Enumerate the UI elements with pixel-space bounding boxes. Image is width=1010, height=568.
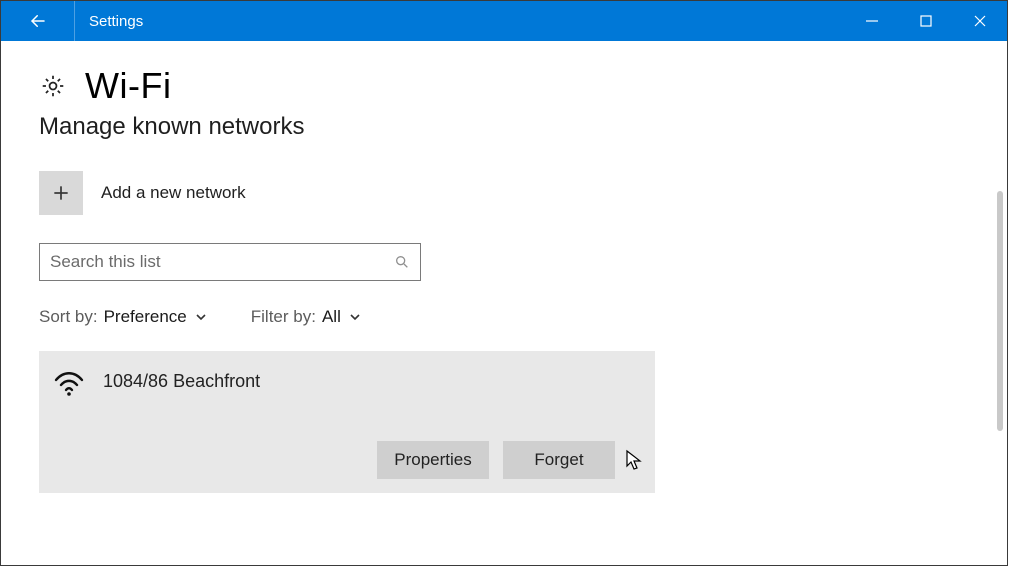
cursor-icon (625, 449, 643, 471)
plus-icon (51, 183, 71, 203)
close-icon (973, 14, 987, 28)
search-icon (394, 254, 410, 270)
add-network-label: Add a new network (101, 183, 246, 203)
back-button[interactable] (1, 1, 75, 41)
page-subtitle: Manage known networks (39, 113, 1007, 141)
network-item[interactable]: 1084/86 Beachfront Properties Forget (39, 351, 655, 493)
wifi-icon (53, 365, 85, 397)
close-button[interactable] (953, 1, 1007, 41)
filter-by-label: Filter by: (251, 307, 316, 327)
properties-button[interactable]: Properties (377, 441, 489, 479)
filter-by-dropdown[interactable]: All (322, 307, 361, 327)
maximize-icon (919, 14, 933, 28)
chevron-down-icon (349, 311, 361, 323)
forget-button[interactable]: Forget (503, 441, 615, 479)
sort-by-value: Preference (104, 307, 187, 327)
chevron-down-icon (195, 311, 207, 323)
maximize-button[interactable] (899, 1, 953, 41)
search-input[interactable] (50, 252, 394, 272)
minimize-icon (865, 14, 879, 28)
network-name: 1084/86 Beachfront (103, 371, 260, 392)
sort-by-dropdown[interactable]: Preference (104, 307, 207, 327)
sort-by-label: Sort by: (39, 307, 98, 327)
scrollbar-thumb[interactable] (997, 191, 1003, 431)
page-title: Wi-Fi (85, 65, 171, 107)
window-title: Settings (75, 13, 143, 30)
add-network-button[interactable]: Add a new network (39, 171, 1007, 215)
search-box[interactable] (39, 243, 421, 281)
arrow-left-icon (29, 12, 47, 30)
filter-by-value: All (322, 307, 341, 327)
gear-icon (39, 72, 67, 100)
minimize-button[interactable] (845, 1, 899, 41)
